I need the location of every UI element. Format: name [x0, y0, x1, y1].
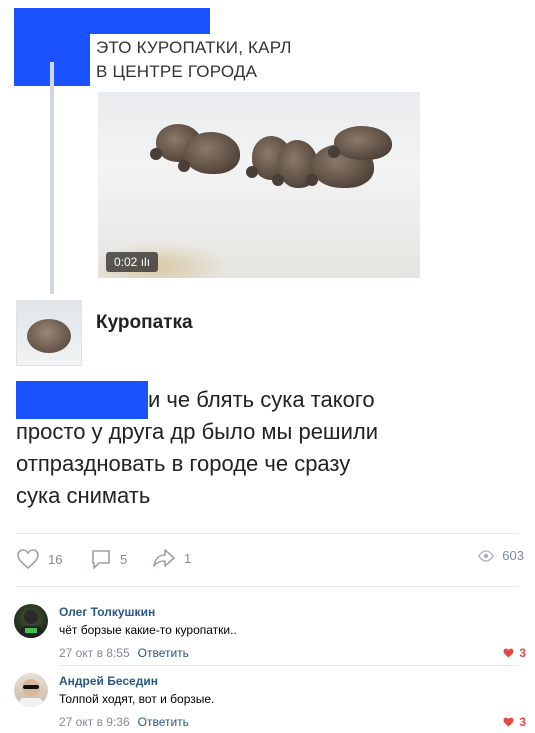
eye-icon: [478, 549, 495, 562]
video-duration-badge: 0:02 ılı: [106, 252, 159, 272]
divider: [16, 533, 519, 534]
comment-like-count: 3: [519, 715, 526, 729]
comment-text: Толпой ходят, вот и борзые.: [59, 692, 215, 706]
heart-filled-icon: [503, 717, 514, 727]
caption-line-1: ЭТО КУРОПАТКИ, КАРЛ: [96, 38, 292, 57]
divider: [59, 665, 519, 666]
partridge-image: [328, 126, 392, 160]
share-count: 1: [184, 550, 192, 566]
video-player[interactable]: 0:02 ılı: [98, 92, 420, 278]
view-count: 603: [502, 548, 524, 563]
comment-like-button[interactable]: 3: [503, 646, 526, 660]
comment-author[interactable]: Андрей Беседин: [59, 674, 158, 688]
like-count: 16: [48, 551, 63, 567]
avatar-image: [20, 610, 42, 638]
comment-count: 5: [120, 551, 128, 567]
comment-text: чёт борзые какие-то куропатки..: [59, 623, 237, 637]
comment-button[interactable]: 5: [90, 548, 127, 570]
heart-filled-icon: [503, 648, 514, 658]
share-button[interactable]: 1: [152, 548, 191, 568]
comment-item: Олег Толкушкин чёт борзые какие-то куроп…: [14, 604, 526, 660]
post-text-line-3: отпраздновать в городе че сразу: [16, 451, 351, 476]
avatar[interactable]: [14, 604, 48, 638]
comment-meta: 27 окт в 8:55 Ответить: [59, 646, 189, 660]
reply-link[interactable]: Ответить: [138, 646, 189, 660]
avatar[interactable]: [14, 673, 48, 707]
post-text-line-1: и че блять сука такого: [148, 387, 375, 412]
comment-like-count: 3: [519, 646, 526, 660]
comment-date[interactable]: 27 окт в 8:55: [59, 646, 130, 660]
post-text: и че блять сука такого просто у друга др…: [16, 384, 426, 512]
link-thumbnail: [16, 300, 82, 366]
divider: [16, 586, 519, 587]
comment-like-button[interactable]: 3: [503, 715, 526, 729]
post-text-line-4: сука снимать: [16, 483, 151, 508]
heart-icon: [17, 549, 39, 570]
repost-caption: ЭТО КУРОПАТКИ, КАРЛ В ЦЕНТРЕ ГОРОДА: [96, 36, 292, 84]
partridge-image: [178, 132, 240, 174]
post-text-line-2: просто у друга др было мы решили: [16, 419, 379, 444]
comment-item: Андрей Беседин Толпой ходят, вот и борзы…: [14, 673, 526, 729]
like-button[interactable]: 16: [16, 548, 62, 570]
share-icon: [153, 549, 175, 567]
reply-link[interactable]: Ответить: [138, 715, 189, 729]
post-actions-bar: 16 5 1 603: [16, 548, 526, 572]
views-counter: 603: [478, 548, 524, 563]
comment-icon: [92, 550, 110, 569]
comment-date[interactable]: 27 окт в 9:36: [59, 715, 130, 729]
comment-author[interactable]: Олег Толкушкин: [59, 605, 155, 619]
avatar-image: [19, 679, 43, 707]
caption-line-2: В ЦЕНТРЕ ГОРОДА: [96, 62, 258, 81]
link-title[interactable]: Куропатка: [96, 312, 193, 334]
comment-meta: 27 окт в 9:36 Ответить: [59, 715, 189, 729]
repost-quote-line: [50, 62, 54, 294]
